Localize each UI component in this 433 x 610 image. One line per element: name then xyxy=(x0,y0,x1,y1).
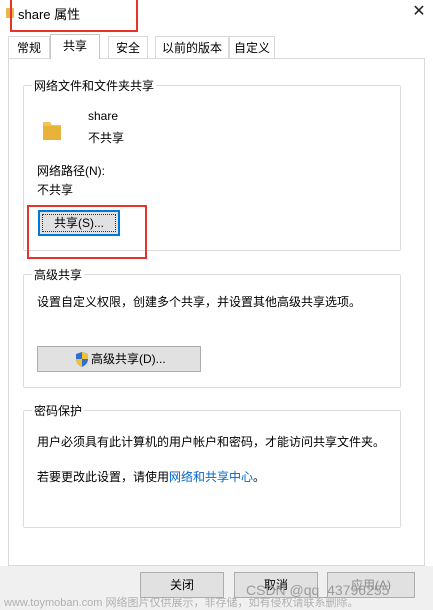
advanced-sharing-title: 高级共享 xyxy=(34,268,83,282)
network-sharing-title: 网络文件和文件夹共享 xyxy=(34,79,155,93)
uac-shield-icon xyxy=(76,352,88,367)
network-sharing-center-link[interactable]: 网络和共享中心 xyxy=(169,470,253,484)
share-highlight xyxy=(27,205,147,259)
advanced-sharing-description: 设置自定义权限，创建多个共享，并设置其他高级共享选项。 xyxy=(37,295,362,309)
folder-icon xyxy=(43,122,61,140)
close-icon[interactable]: ✕ xyxy=(405,0,433,24)
tab-customize[interactable]: 自定义 xyxy=(229,36,275,58)
tab-security[interactable]: 安全 xyxy=(108,36,148,58)
password-change-text: 若要更改此设置，请使用网络和共享中心。 xyxy=(37,468,265,485)
tab-general[interactable]: 常规 xyxy=(8,36,50,58)
tab-strip: 常规 共享 安全 以前的版本 自定义 xyxy=(8,34,288,60)
password-change-suffix: 。 xyxy=(253,470,266,484)
password-protection-description: 用户必须具有此计算机的用户帐户和密码，才能访问共享文件夹。 xyxy=(37,435,386,449)
tab-previous-versions[interactable]: 以前的版本 xyxy=(155,36,229,58)
password-change-prefix: 若要更改此设置，请使用 xyxy=(37,470,170,484)
tab-sharing[interactable]: 共享 xyxy=(50,34,100,59)
password-protection-group: 密码保护 xyxy=(23,402,401,528)
sharing-panel: 网络文件和文件夹共享 share 不共享 网络路径(N): 不共享 共享(S).… xyxy=(8,58,425,566)
toymoban-watermark: www.toymoban.com 网络图片仅供展示，非存储，如有侵权请联系删除。 xyxy=(4,597,359,609)
network-path-value: 不共享 xyxy=(37,183,74,197)
folder-name: share xyxy=(88,109,119,123)
password-protection-title: 密码保护 xyxy=(34,404,83,418)
share-status: 不共享 xyxy=(88,131,125,145)
advanced-sharing-button-label: 高级共享(D)... xyxy=(91,352,166,366)
title-highlight xyxy=(10,0,138,32)
close-button-label: 关闭 xyxy=(169,578,194,592)
advanced-sharing-button[interactable]: 高级共享(D)... xyxy=(37,346,201,372)
network-path-label: 网络路径(N): xyxy=(37,164,105,178)
